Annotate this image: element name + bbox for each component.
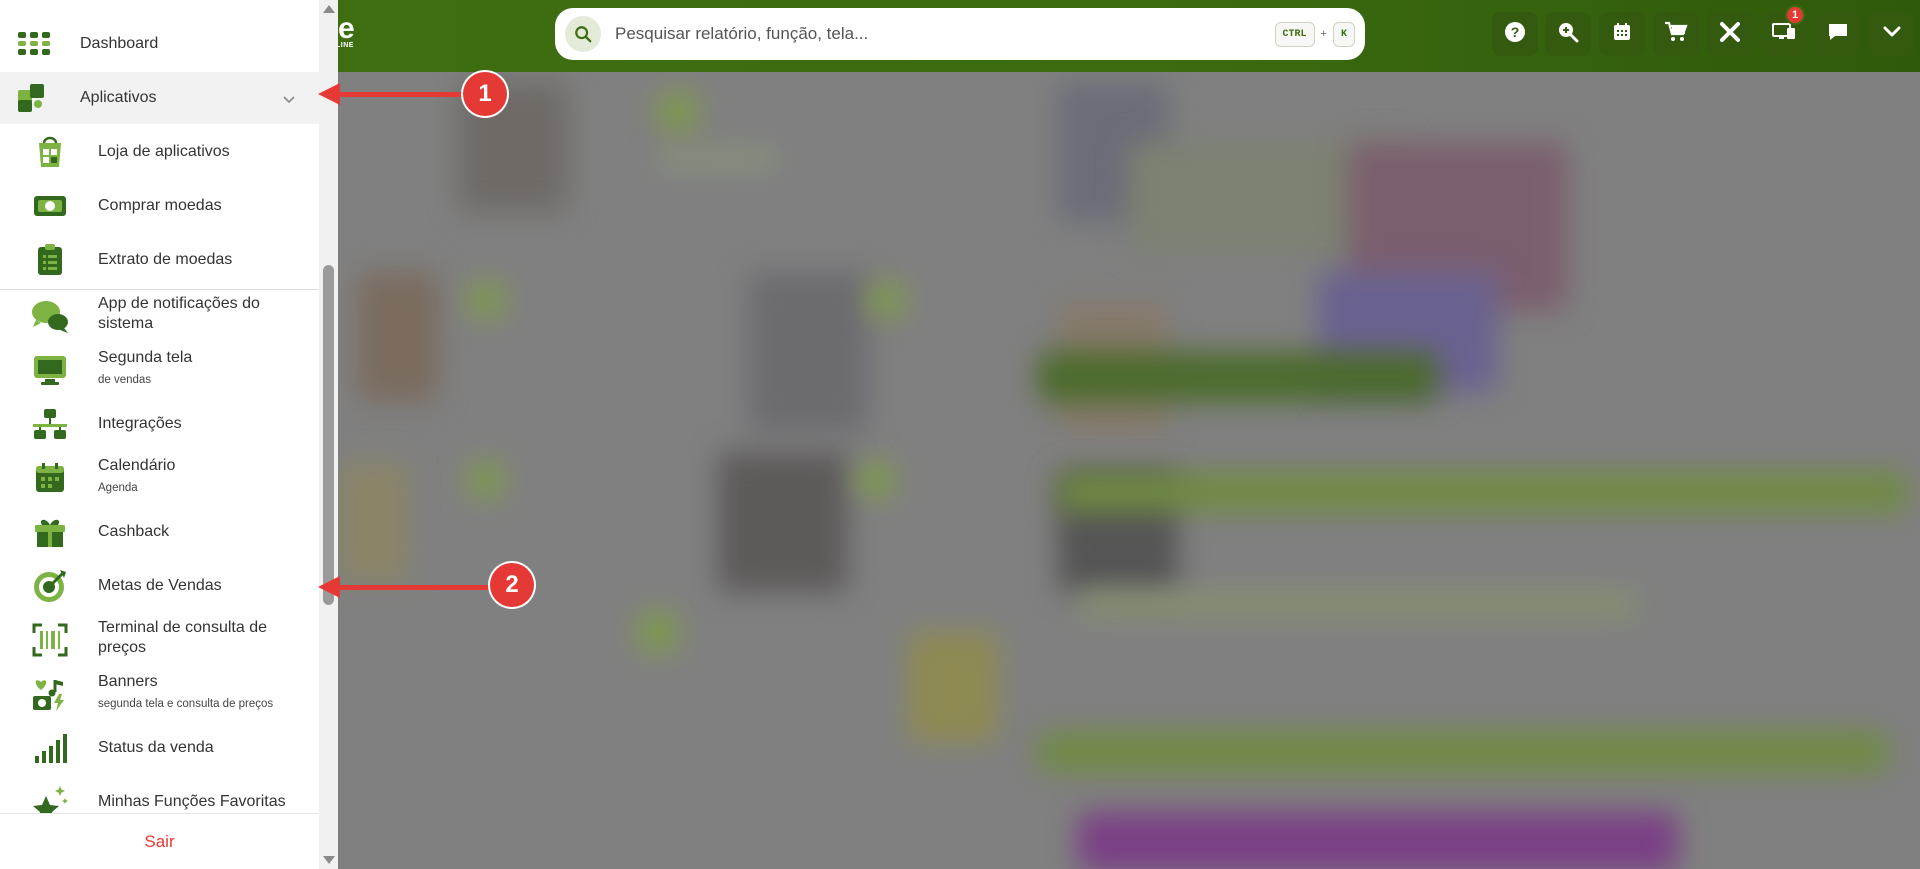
annotation-arrow-1-head <box>318 83 340 105</box>
sidebar-item-banners[interactable]: Banners segunda tela e consulta de preço… <box>0 668 319 720</box>
clipboard-icon <box>30 240 70 280</box>
chat-bubbles-icon <box>30 296 70 336</box>
shortcut-ctrl: CTRL <box>1274 21 1315 47</box>
sidebar-item-subtitle: de vendas <box>98 374 152 386</box>
cart-icon <box>1664 21 1688 48</box>
annotation-arrow-2 <box>338 585 496 590</box>
shortcut-k: K <box>1332 21 1355 47</box>
notification-badge: 1 <box>1785 5 1805 25</box>
logo-letter: e <box>338 12 355 45</box>
brand-logo[interactable]: e LINE <box>336 12 355 50</box>
sidebar-item-label: Segunda tela de vendas <box>98 348 192 390</box>
media-icon <box>30 674 70 714</box>
monitor-icon <box>30 350 70 390</box>
sidebar-item-label: Metas de Vendas <box>98 577 222 594</box>
sidebar-item-subtitle: segunda tela e consulta de preços <box>98 698 274 710</box>
sidebar-item-title: Banners <box>98 673 158 690</box>
stars-icon <box>30 782 70 813</box>
sidebar-item-subtitle: Agenda <box>98 482 138 494</box>
chat-button[interactable] <box>1815 12 1861 56</box>
calendar-button[interactable] <box>1599 12 1645 56</box>
sidebar-item-minhas-funcoes-favoritas[interactable]: Minhas Funções Favoritas <box>0 776 319 813</box>
sidebar-item-label: Calendário Agenda <box>98 456 175 498</box>
sidebar-item-label: Comprar moedas <box>98 197 222 214</box>
sidebar-item-label: App de notificações do sistema <box>98 295 260 332</box>
signal-bars-icon <box>30 728 70 768</box>
sidebar-item-label: Status da venda <box>98 739 214 756</box>
money-icon <box>30 186 70 226</box>
sidebar-item-cashback[interactable]: Cashback <box>0 506 319 558</box>
shortcut-plus: + <box>1320 28 1327 40</box>
tools-icon <box>1719 21 1741 48</box>
sidebar-item-label: Cashback <box>98 523 170 540</box>
sidebar-item-title: Calendário <box>98 457 176 474</box>
target-icon <box>30 566 70 606</box>
help-button[interactable]: ? <box>1492 12 1538 56</box>
sidebar: Dashboard Aplicativos Loja de aplicativo… <box>0 0 338 869</box>
sidebar-item-metas-de-vendas[interactable]: Metas de Vendas <box>0 560 319 612</box>
zoom-in-icon <box>1557 21 1579 48</box>
network-icon <box>30 404 70 444</box>
sidebar-item-extrato-de-moedas[interactable]: Extrato de moedas <box>0 234 319 286</box>
sidebar-item-terminal-consulta-precos[interactable]: Terminal de consulta de preços <box>0 614 319 666</box>
user-menu-button[interactable] <box>1869 12 1915 56</box>
blurred-page-content <box>338 72 1920 869</box>
sidebar-item-label: Aplicativos <box>80 89 157 106</box>
puzzle-icon <box>12 78 52 118</box>
search-icon[interactable] <box>565 16 601 52</box>
cart-button[interactable] <box>1653 12 1699 56</box>
sidebar-item-integracoes[interactable]: Integrações <box>0 398 319 450</box>
global-search: CTRL + K <box>555 8 1365 60</box>
second-screen-button[interactable]: 1 <box>1761 5 1807 56</box>
barcode-icon <box>30 620 70 660</box>
sidebar-item-status-da-venda[interactable]: Status da venda <box>0 722 319 774</box>
search-input[interactable] <box>615 14 1275 54</box>
zoom-button[interactable] <box>1545 12 1591 56</box>
sidebar-item-label: Minhas Funções Favoritas <box>98 793 286 810</box>
chat-icon <box>1827 21 1849 48</box>
calendar-icon <box>1612 22 1632 47</box>
sidebar-item-loja-de-aplicativos[interactable]: Loja de aplicativos <box>0 126 319 178</box>
scroll-down-icon[interactable] <box>323 856 335 864</box>
help-icon: ? <box>1504 21 1526 48</box>
logout-label: Sair <box>144 831 175 851</box>
sidebar-item-comprar-moedas[interactable]: Comprar moedas <box>0 180 319 232</box>
scroll-up-icon[interactable] <box>323 5 335 13</box>
sidebar-item-label: Integrações <box>98 415 182 432</box>
chevron-down-icon[interactable] <box>282 92 296 110</box>
logout-button[interactable]: Sair <box>0 813 319 869</box>
sidebar-scrollbar[interactable] <box>319 0 338 869</box>
sidebar-item-label: Loja de aplicativos <box>98 143 230 160</box>
annotation-marker-2: 2 <box>490 563 534 607</box>
second-screen-icon <box>1772 22 1796 47</box>
logo-subtitle: LINE <box>336 42 354 49</box>
sidebar-menu: Dashboard Aplicativos Loja de aplicativo… <box>0 0 319 813</box>
sidebar-item-aplicativos[interactable]: Aplicativos <box>0 72 319 124</box>
tools-button[interactable] <box>1707 12 1753 56</box>
grid-icon <box>14 24 54 64</box>
sidebar-item-label: Banners segunda tela e consulta de preço… <box>98 672 273 714</box>
svg-text:?: ? <box>1511 24 1520 40</box>
sidebar-item-calendario[interactable]: Calendário Agenda <box>0 452 319 504</box>
sidebar-item-segunda-tela[interactable]: Segunda tela de vendas <box>0 344 319 396</box>
sidebar-item-label: Extrato de moedas <box>98 251 233 268</box>
annotation-arrow-1 <box>338 92 468 97</box>
sidebar-item-label: Dashboard <box>80 35 159 52</box>
sidebar-item-dashboard[interactable]: Dashboard <box>0 18 319 70</box>
sidebar-item-label: Terminal de consulta de preços <box>98 619 267 656</box>
chevron-down-icon <box>1882 25 1902 44</box>
scroll-thumb[interactable] <box>323 265 334 605</box>
calendar-icon <box>30 458 70 498</box>
annotation-marker-1: 1 <box>463 72 507 116</box>
gift-icon <box>30 512 70 552</box>
app-store-icon <box>30 132 70 172</box>
sidebar-item-title: Segunda tela <box>98 349 193 366</box>
annotation-arrow-2-head <box>318 576 340 598</box>
sidebar-item-app-notificacoes[interactable]: App de notificações do sistema <box>0 290 319 342</box>
